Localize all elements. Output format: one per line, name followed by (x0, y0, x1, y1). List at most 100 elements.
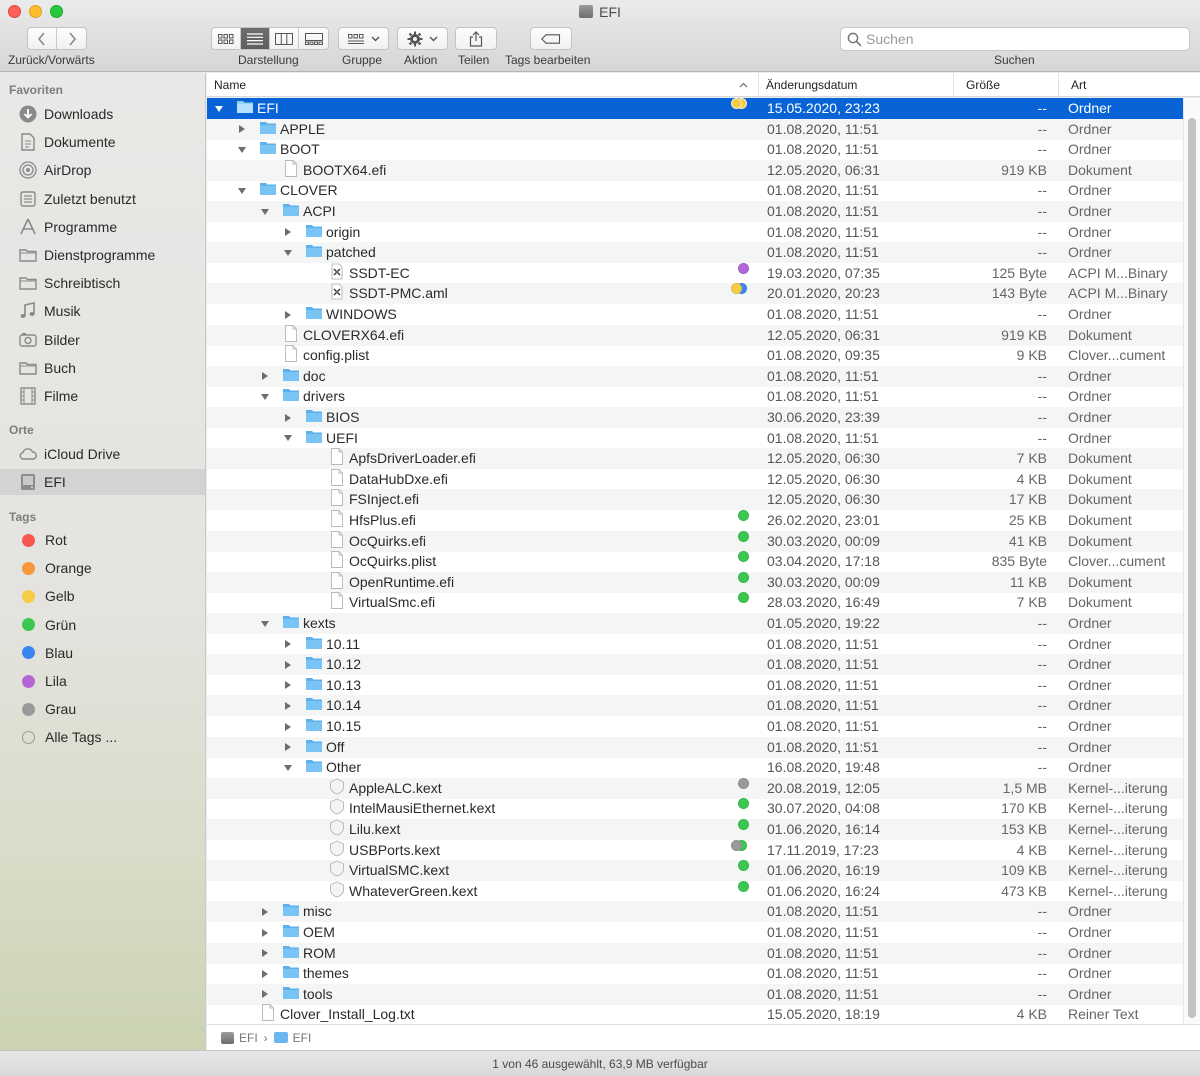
forward-button[interactable] (57, 28, 86, 49)
disclosure-open-button[interactable] (212, 98, 226, 119)
share-button[interactable] (455, 27, 497, 50)
file-row[interactable]: OcQuirks.efi 30.03.2020, 00:09 41 KB Dokume… (207, 530, 1183, 552)
disclosure-closed-button[interactable] (281, 222, 295, 243)
file-row[interactable]: drivers 01.08.2020, 11:51 -- Ordner (207, 386, 1183, 407)
file-row[interactable]: SSDT-EC 19.03.2020, 07:35 125 Byte ACPI M..… (207, 262, 1183, 284)
file-row[interactable]: BOOT 01.08.2020, 11:51 -- Ordner (207, 139, 1183, 160)
column-header-name[interactable]: Name (207, 73, 757, 97)
disclosure-open-button[interactable] (235, 139, 249, 160)
file-row[interactable]: OEM 01.08.2020, 11:51 -- Ordner (207, 922, 1183, 943)
file-row[interactable]: WhateverGreen.kext 01.06.2020, 16:24 473 K… (207, 880, 1183, 902)
file-row[interactable]: BIOS 30.06.2020, 23:39 -- Ordner (207, 407, 1183, 428)
file-row[interactable]: misc 01.08.2020, 11:51 -- Ordner (207, 901, 1183, 923)
file-row[interactable]: OcQuirks.plist 03.04.2020, 17:18 835 Byte C… (207, 551, 1183, 572)
disclosure-closed-button[interactable] (281, 737, 295, 758)
file-row[interactable]: kexts 01.05.2020, 19:22 -- Ordner (207, 613, 1183, 634)
file-row[interactable]: Off 01.08.2020, 11:51 -- Ordner (207, 736, 1183, 758)
sidebar-tag[interactable]: Grau (0, 696, 205, 722)
file-row[interactable]: CLOVERX64.efi 12.05.2020, 06:31 919 KB Doku… (207, 324, 1183, 346)
disclosure-open-button[interactable] (258, 386, 272, 407)
sidebar-item-favorites[interactable]: Programme (0, 214, 205, 240)
sidebar-item-favorites[interactable]: Zuletzt benutzt (0, 186, 205, 212)
sidebar-item-locations[interactable]: iCloud Drive (0, 441, 205, 467)
file-row[interactable]: doc 01.08.2020, 11:51 -- Ordner (207, 365, 1183, 387)
file-row[interactable]: tools 01.08.2020, 11:51 -- Ordner (207, 983, 1183, 1005)
file-row[interactable]: WINDOWS 01.08.2020, 11:51 -- Ordner (207, 304, 1183, 325)
sidebar-tag[interactable]: Orange (0, 555, 205, 581)
file-row[interactable]: config.plist 01.08.2020, 09:35 9 KB Clover.… (207, 345, 1183, 366)
sidebar-item-favorites[interactable]: Schreibtisch (0, 270, 205, 296)
sidebar-item-favorites[interactable]: Bilder (0, 327, 205, 353)
column-header-size[interactable]: Größe (953, 73, 1058, 97)
sidebar-tag[interactable]: Alle Tags ... (0, 724, 205, 750)
gallery-view-button[interactable] (299, 28, 328, 49)
sidebar-item-favorites[interactable]: Dokumente (0, 129, 205, 155)
file-row[interactable]: CLOVER 01.08.2020, 11:51 -- Ordner (207, 180, 1183, 201)
search-input[interactable]: Suchen (840, 27, 1190, 51)
group-button[interactable] (338, 27, 389, 50)
sidebar-item-favorites[interactable]: Filme (0, 383, 205, 409)
path-drive[interactable]: EFI (239, 1031, 258, 1045)
vertical-scrollbar[interactable] (1183, 98, 1200, 1024)
file-row[interactable]: 10.13 01.08.2020, 11:51 -- Ordner (207, 675, 1183, 696)
disclosure-closed-button[interactable] (258, 901, 272, 922)
file-row[interactable]: ACPI 01.08.2020, 11:51 -- Ordner (207, 201, 1183, 222)
file-row[interactable]: themes 01.08.2020, 11:51 -- Ordner (207, 963, 1183, 984)
disclosure-closed-button[interactable] (281, 654, 295, 675)
edit-tags-button[interactable] (530, 27, 572, 50)
sidebar-tag[interactable]: Lila (0, 668, 205, 694)
file-row[interactable]: VirtualSMC.kext 01.06.2020, 16:19 109 KB Ke… (207, 860, 1183, 882)
disclosure-open-button[interactable] (281, 242, 295, 263)
file-row[interactable]: BOOTX64.efi 12.05.2020, 06:31 919 KB Dokume… (207, 159, 1183, 181)
file-row[interactable]: 10.11 01.08.2020, 11:51 -- Ordner (207, 634, 1183, 655)
action-button[interactable] (397, 27, 448, 50)
file-row[interactable]: HfsPlus.efi 26.02.2020, 23:01 25 KB Dokumen… (207, 510, 1183, 531)
file-row[interactable]: SSDT-PMC.aml 20.01.2020, 20:23 143 Byte ACP… (207, 283, 1183, 305)
scrollbar-thumb[interactable] (1188, 118, 1196, 1018)
path-folder[interactable]: EFI (293, 1031, 312, 1045)
sidebar-item-favorites[interactable]: AirDrop (0, 157, 205, 183)
disclosure-open-button[interactable] (235, 180, 249, 201)
disclosure-closed-button[interactable] (258, 963, 272, 984)
disclosure-closed-button[interactable] (281, 675, 295, 696)
file-row[interactable]: ROM 01.08.2020, 11:51 -- Ordner (207, 942, 1183, 964)
sidebar-item-favorites[interactable]: Buch (0, 355, 205, 381)
file-row[interactable]: OpenRuntime.efi 30.03.2020, 00:09 11 KB Dok… (207, 571, 1183, 593)
sidebar-item-favorites[interactable]: Musik (0, 298, 205, 324)
file-row[interactable]: ApfsDriverLoader.efi 12.05.2020, 06:30 7 K… (207, 448, 1183, 470)
sidebar-tag[interactable]: Rot (0, 527, 205, 553)
file-row[interactable]: patched 01.08.2020, 11:51 -- Ordner (207, 242, 1183, 264)
file-row[interactable]: UEFI 01.08.2020, 11:51 -- Ordner (207, 428, 1183, 449)
disclosure-closed-button[interactable] (235, 119, 249, 140)
column-header-date[interactable]: Änderungsdatum (758, 73, 953, 97)
disclosure-open-button[interactable] (258, 613, 272, 634)
file-row[interactable]: VirtualSmc.efi 28.03.2020, 16:49 7 KB Dokum… (207, 592, 1183, 613)
disclosure-closed-button[interactable] (281, 634, 295, 655)
file-row[interactable]: Lilu.kext 01.06.2020, 16:14 153 KB Kernel-.… (207, 819, 1183, 840)
file-row[interactable]: APPLE 01.08.2020, 11:51 -- Ordner (207, 118, 1183, 140)
disclosure-open-button[interactable] (281, 428, 295, 449)
disclosure-open-button[interactable] (258, 201, 272, 222)
disclosure-closed-button[interactable] (258, 943, 272, 964)
file-row[interactable]: IntelMausiEthernet.kext 30.07.2020, 04:08… (207, 798, 1183, 819)
disclosure-closed-button[interactable] (281, 304, 295, 325)
disclosure-closed-button[interactable] (281, 695, 295, 716)
disclosure-closed-button[interactable] (258, 984, 272, 1005)
sidebar-tag[interactable]: Grün (0, 612, 205, 638)
file-row[interactable]: FSInject.efi 12.05.2020, 06:30 17 KB Dokume… (207, 489, 1183, 511)
disclosure-closed-button[interactable] (258, 366, 272, 387)
disclosure-closed-button[interactable] (281, 407, 295, 428)
disclosure-closed-button[interactable] (281, 716, 295, 737)
sidebar-item-favorites[interactable]: Downloads (0, 101, 205, 127)
disclosure-open-button[interactable] (281, 757, 295, 778)
file-row[interactable]: 10.15 01.08.2020, 11:51 -- Ordner (207, 716, 1183, 737)
list-view-button[interactable] (241, 28, 270, 49)
icon-view-button[interactable] (212, 28, 241, 49)
file-row[interactable]: Clover_Install_Log.txt 15.05.2020, 18:19 4… (207, 1004, 1183, 1024)
column-view-button[interactable] (270, 28, 299, 49)
file-row[interactable]: EFI 15.05.2020, 23:23 -- Ordner (207, 98, 1183, 119)
sidebar-tag[interactable]: Gelb (0, 583, 205, 609)
file-row[interactable]: AppleALC.kext 20.08.2019, 12:05 1,5 MB Kern… (207, 777, 1183, 799)
file-row[interactable]: DataHubDxe.efi 12.05.2020, 06:30 4 KB Dokum… (207, 468, 1183, 490)
sidebar-item-locations[interactable]: EFI (0, 469, 205, 495)
